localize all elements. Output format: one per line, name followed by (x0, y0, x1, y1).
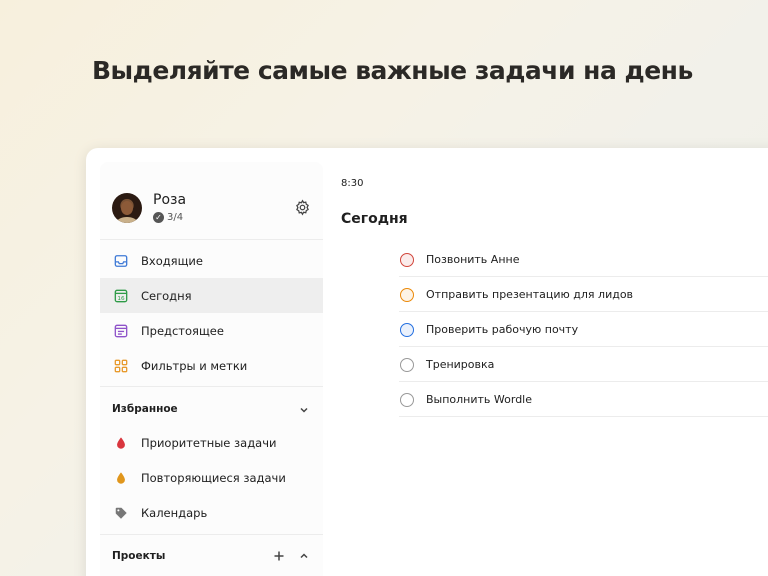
task-checkbox[interactable] (400, 358, 414, 372)
app-window: Роза ✓ 3/4 Входящие 16 Сегодня Предстоящ… (86, 148, 768, 576)
chevron-down-icon[interactable] (298, 404, 310, 416)
projects-section-title[interactable]: Проекты (112, 550, 165, 562)
avatar-face (121, 201, 133, 215)
sidebar-item-label: Повторяющиеся задачи (141, 470, 286, 485)
task-label: Позвонить Анне (426, 253, 520, 266)
task-label: Выполнить Wordle (426, 393, 533, 406)
sidebar-item-label: Входящие (141, 253, 203, 268)
calendar-today-icon: 16 (114, 289, 128, 302)
task-label: Отправить презентацию для лидов (426, 288, 634, 301)
favorites-section-title[interactable]: Избранное (112, 403, 178, 415)
sidebar-item-label: Фильтры и метки (141, 358, 248, 373)
calendar-upcoming-icon (114, 324, 128, 337)
user-profile[interactable]: Роза ✓ 3/4 (100, 186, 323, 230)
chevron-up-icon[interactable] (298, 550, 310, 562)
divider (100, 386, 323, 387)
avatar[interactable] (112, 193, 142, 223)
inbox-icon (114, 254, 128, 267)
karma-check-icon: ✓ (153, 212, 164, 223)
sidebar-item-filters[interactable]: Фильтры и метки (100, 348, 323, 383)
sidebar-item-priority-tasks[interactable]: Приоритетные задачи (100, 425, 323, 460)
sidebar-item-label: Приоритетные задачи (141, 435, 277, 450)
karma-status: ✓ 3/4 (153, 212, 183, 223)
page-title: Сегодня (341, 211, 408, 227)
tag-icon (115, 507, 127, 519)
sidebar-item-calendar[interactable]: Календарь (100, 495, 323, 530)
task-item[interactable]: Выполнить Wordle (399, 382, 768, 417)
divider (100, 239, 323, 240)
task-label: Тренировка (426, 358, 495, 371)
task-checkbox[interactable] (400, 393, 414, 407)
status-time: 8:30 (341, 178, 364, 189)
divider (100, 534, 323, 535)
gear-icon[interactable] (294, 199, 311, 216)
sidebar-item-label: Сегодня (141, 288, 192, 303)
sidebar-item-label: Календарь (141, 505, 208, 520)
task-item[interactable]: Позвонить Анне (399, 242, 768, 277)
task-label: Проверить рабочую почту (426, 323, 579, 336)
sidebar-item-inbox[interactable]: Входящие (100, 243, 323, 278)
task-checkbox[interactable] (400, 253, 414, 267)
plus-icon[interactable] (273, 550, 285, 562)
task-item[interactable]: Тренировка (399, 347, 768, 382)
drop-icon (117, 436, 125, 449)
task-checkbox[interactable] (400, 288, 414, 302)
main-panel: 8:30 Сегодня Позвонить Анне Отправить пр… (323, 162, 768, 576)
karma-count: 3/4 (167, 212, 184, 223)
task-item[interactable]: Проверить рабочую почту (399, 312, 768, 347)
task-item[interactable]: Отправить презентацию для лидов (399, 277, 768, 312)
drop-icon (117, 471, 125, 484)
sidebar-item-upcoming[interactable]: Предстоящее (100, 313, 323, 348)
filters-grid-icon (114, 359, 128, 372)
task-checkbox[interactable] (400, 323, 414, 337)
sidebar-item-label: Предстоящее (141, 323, 224, 338)
promo-headline: Выделяйте самые важные задачи на день (92, 56, 693, 85)
sidebar-item-today[interactable]: 16 Сегодня (100, 278, 323, 313)
avatar-shirt (117, 217, 137, 223)
sidebar: Роза ✓ 3/4 Входящие 16 Сегодня Предстоящ… (100, 162, 323, 576)
sidebar-item-recurring-tasks[interactable]: Повторяющиеся задачи (100, 460, 323, 495)
user-name: Роза (153, 192, 187, 208)
svg-text:16: 16 (117, 295, 125, 301)
